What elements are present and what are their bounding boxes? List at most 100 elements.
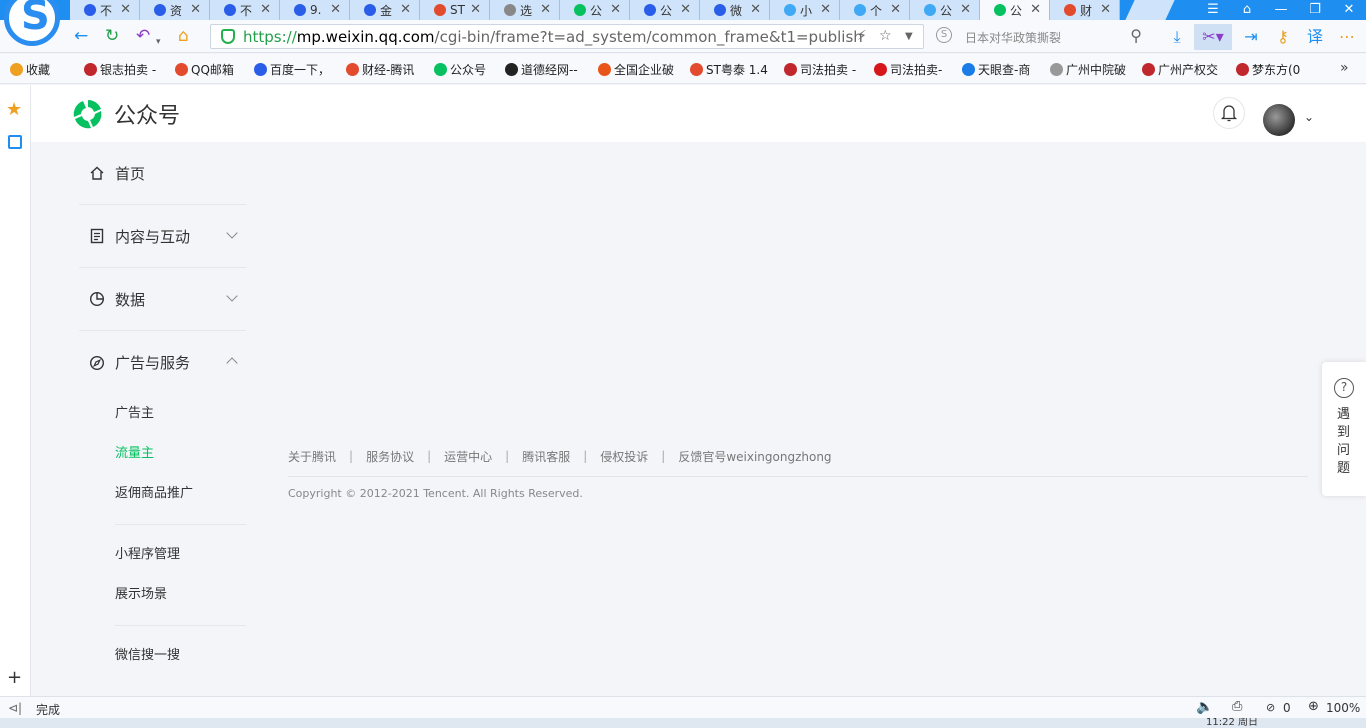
ad-block-icon[interactable]: ⊘ (1266, 701, 1275, 714)
search-input[interactable]: 日本对华政策撕裂 (965, 29, 1061, 46)
close-tab-icon[interactable]: ✕ (890, 2, 901, 17)
submenu-item[interactable]: 微信搜一搜 (115, 636, 246, 676)
browser-tab[interactable]: 微 ✕ (700, 0, 770, 20)
submenu-item[interactable]: 返佣商品推广 (115, 474, 246, 514)
home-button-icon[interactable]: ⌂ (178, 26, 189, 46)
bookmark-item[interactable]: 广州产权交 (1142, 61, 1218, 78)
zoom-icon[interactable]: ⊕ (1308, 699, 1319, 714)
close-tab-icon[interactable]: ✕ (960, 2, 971, 17)
close-tab-icon[interactable]: ✕ (610, 2, 621, 17)
back-arrow-icon[interactable]: ← (74, 26, 88, 46)
browser-tab[interactable]: 资 ✕ (140, 0, 210, 20)
browser-tab[interactable]: 金 ✕ (350, 0, 420, 20)
key-icon[interactable]: ⚷ (1270, 24, 1296, 50)
bookmark-item[interactable]: 广州中院破 (1050, 61, 1126, 78)
menu-item-home[interactable]: 首页 (79, 142, 246, 205)
favorite-star-icon[interactable]: ☆ (879, 28, 892, 44)
bookmark-item[interactable]: 百度一下， (254, 61, 330, 78)
notification-bell[interactable] (1213, 97, 1245, 129)
footer-link[interactable]: 关于腾讯 (288, 448, 336, 465)
print-icon[interactable]: ⎙ (1232, 699, 1242, 714)
close-tab-icon[interactable]: ✕ (470, 2, 481, 17)
add-icon[interactable]: + (7, 667, 22, 688)
menu-item-data[interactable]: 数据 (79, 268, 246, 331)
reader-icon[interactable] (8, 135, 22, 149)
search-box[interactable]: S 日本对华政策撕裂 ⚲ (930, 24, 1152, 49)
sidebar-toggle-icon[interactable]: ⊲| (8, 701, 22, 715)
browser-tab[interactable]: 不 ✕ (210, 0, 280, 20)
footer-link[interactable]: 运营中心 (444, 448, 492, 465)
browser-tab[interactable]: 9. ✕ (280, 0, 350, 20)
close-tab-icon[interactable]: ✕ (400, 2, 411, 17)
undo-icon[interactable]: ↶ (136, 26, 150, 46)
bookmark-item[interactable]: ST粤泰 1.4 (690, 61, 768, 78)
menu-item-ads[interactable]: 广告与服务 (79, 331, 246, 394)
screenshot-scissors-icon[interactable]: ✂▾ (1194, 24, 1232, 50)
account-chevron-down-icon[interactable]: ⌄ (1304, 110, 1314, 124)
footer-link[interactable]: 侵权投诉 (600, 448, 648, 465)
bookmark-item[interactable]: 全国企业破 (598, 61, 674, 78)
close-tab-icon[interactable]: ✕ (1030, 2, 1041, 17)
url-dropdown-icon[interactable]: ▼ (905, 31, 913, 42)
new-tab-button[interactable] (1125, 0, 1175, 20)
more-options-icon[interactable]: ⋯ (1334, 24, 1360, 50)
browser-tab[interactable]: 公 ✕ (560, 0, 630, 20)
bookmarks-overflow-icon[interactable]: » (1340, 60, 1349, 76)
bookmark-item[interactable]: 收藏 (10, 61, 50, 78)
bookmark-item[interactable]: 财经-腾讯 (346, 61, 414, 78)
close-tab-icon[interactable]: ✕ (820, 2, 831, 17)
url-text[interactable]: https://mp.weixin.qq.com/cgi-bin/frame?t… (243, 28, 863, 46)
browser-tab[interactable]: 个 ✕ (840, 0, 910, 20)
bookmark-item[interactable]: 司法拍卖- (874, 61, 942, 78)
translate-icon[interactable]: 译 (1302, 24, 1328, 50)
bookmark-item[interactable]: QQ邮箱 (175, 61, 234, 78)
close-tab-icon[interactable]: ✕ (190, 2, 201, 17)
browser-tab[interactable]: 公 ✕ (910, 0, 980, 20)
bookmark-item[interactable]: 公众号 (434, 61, 486, 78)
close-tab-icon[interactable]: ✕ (260, 2, 271, 17)
footer-link[interactable]: 服务协议 (366, 448, 414, 465)
lightning-icon[interactable]: ⚡ (857, 28, 867, 44)
favorites-star-icon[interactable]: ★ (6, 99, 22, 120)
sign-in-icon[interactable]: ⇥ (1238, 24, 1264, 50)
close-tab-icon[interactable]: ✕ (1100, 2, 1111, 17)
search-icon[interactable]: ⚲ (1130, 26, 1142, 45)
minimize-button[interactable]: — (1264, 0, 1298, 20)
brand[interactable]: 公众号 (71, 97, 180, 131)
footer-link[interactable]: 腾讯客服 (522, 448, 570, 465)
close-tab-icon[interactable]: ✕ (540, 2, 551, 17)
search-engine-icon[interactable]: S (936, 27, 952, 43)
submenu-item[interactable]: 流量主 (115, 434, 246, 474)
menu-item-content[interactable]: 内容与互动 (79, 205, 246, 268)
bookmark-item[interactable]: 司法拍卖 - (784, 61, 856, 78)
close-tab-icon[interactable]: ✕ (120, 2, 131, 17)
download-icon[interactable]: ⤓ (1164, 24, 1190, 50)
bookmark-item[interactable]: 天眼查-商 (962, 61, 1030, 78)
url-bar[interactable]: https://mp.weixin.qq.com/cgi-bin/frame?t… (210, 24, 924, 49)
browser-tab[interactable]: ST ✕ (420, 0, 490, 20)
close-tab-icon[interactable]: ✕ (330, 2, 341, 17)
menu-icon[interactable]: ☰ (1196, 0, 1230, 20)
skin-icon[interactable]: ⌂ (1230, 0, 1264, 20)
undo-dropdown-icon[interactable]: ▾ (156, 32, 161, 52)
speaker-icon[interactable]: 🔈 (1196, 699, 1213, 715)
browser-tab[interactable]: 小 ✕ (770, 0, 840, 20)
browser-tab[interactable]: 公 ✕ (630, 0, 700, 20)
browser-tab[interactable]: 财 ✕ (1050, 0, 1120, 20)
bookmark-item[interactable]: 梦东方(0 (1236, 61, 1300, 78)
close-window-button[interactable]: ✕ (1332, 0, 1366, 20)
submenu-item[interactable]: 展示场景 (115, 575, 246, 615)
browser-tab[interactable]: 选 ✕ (490, 0, 560, 20)
avatar[interactable] (1263, 104, 1295, 136)
help-float-button[interactable]: ? 遇到问题 (1322, 362, 1366, 496)
submenu-item[interactable]: 广告主 (115, 394, 246, 434)
refresh-icon[interactable]: ↻ (105, 26, 119, 46)
zoom-level[interactable]: 100% (1326, 701, 1360, 715)
bookmark-item[interactable]: 道德经网-- (505, 61, 578, 78)
close-tab-icon[interactable]: ✕ (680, 2, 691, 17)
footer-link[interactable]: 反馈官号weixingongzhong (678, 448, 831, 465)
browser-tab[interactable]: 不 ✕ (70, 0, 140, 20)
bookmark-item[interactable]: 银志拍卖 - (84, 61, 156, 78)
browser-tab[interactable]: 公 ✕ (980, 0, 1050, 20)
submenu-item[interactable]: 小程序管理 (115, 535, 246, 575)
